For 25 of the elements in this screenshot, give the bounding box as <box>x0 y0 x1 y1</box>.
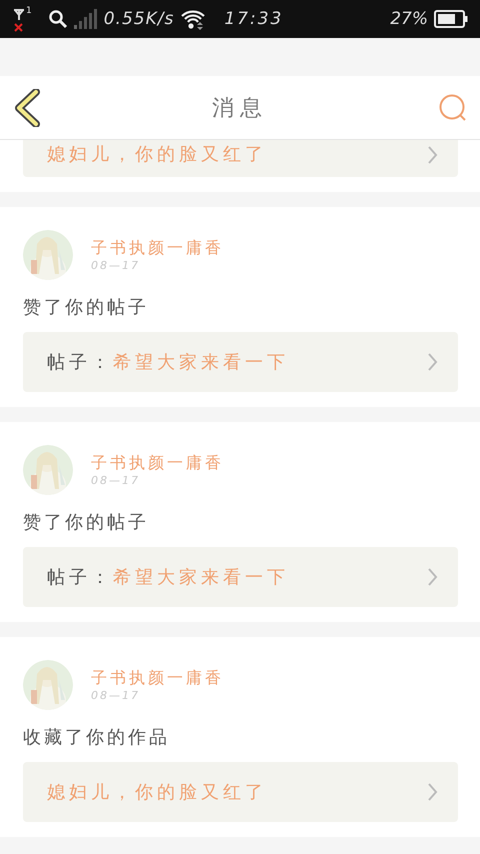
back-button[interactable] <box>14 88 42 126</box>
search-icon <box>48 9 68 29</box>
post-link[interactable]: 帖子：希望大家来看一下 <box>23 547 458 607</box>
wifi-icon <box>180 8 206 30</box>
message-text: 赞了你的帖子 <box>23 511 150 535</box>
battery-icon <box>434 10 468 28</box>
page-title: 消息 <box>212 94 268 122</box>
chevron-right-icon <box>428 783 438 801</box>
clock-time: 17:33 <box>224 9 284 29</box>
user-name[interactable]: 子书执颜一庸香 <box>91 238 224 259</box>
post-link[interactable]: 帖子：希望大家来看一下 <box>23 332 458 392</box>
no-signal-icon <box>12 6 26 32</box>
post-link[interactable]: 媳妇儿，你的脸又红了 <box>23 762 458 822</box>
user-name[interactable]: 子书执颜一庸香 <box>91 668 224 689</box>
user-name[interactable]: 子书执颜一庸香 <box>91 453 224 474</box>
chevron-right-icon <box>428 146 438 164</box>
signal-bars-icon <box>74 9 98 29</box>
battery-percent: 27% <box>390 9 428 29</box>
network-speed: 0.55K/s <box>104 9 174 29</box>
chevron-right-icon <box>428 353 438 371</box>
sim-label: 1 <box>26 6 32 16</box>
message-text: 收藏了你的作品 <box>23 726 171 750</box>
chevron-right-icon <box>428 568 438 586</box>
post-link[interactable]: 媳妇儿，你的脸又红了 <box>23 140 458 177</box>
message-text: 赞了你的帖子 <box>23 296 150 320</box>
